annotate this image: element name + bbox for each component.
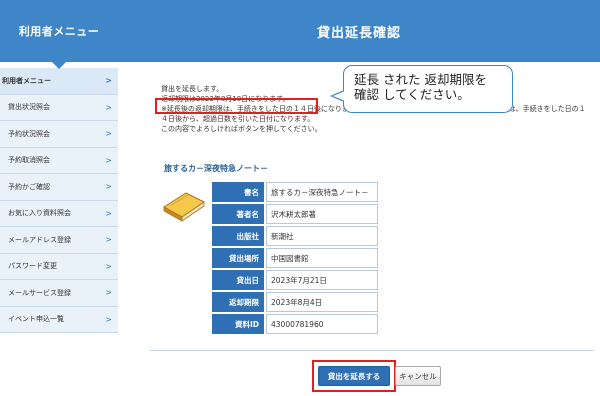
chevron-right-icon: > bbox=[105, 182, 112, 192]
row-value: 43000781960 bbox=[266, 314, 378, 334]
row-label: 貸出日 bbox=[212, 270, 264, 290]
confirm-instruction: この内容でよろしければボタンを押してください。 bbox=[161, 125, 322, 133]
table-row: 資料ID 43000781960 bbox=[212, 314, 378, 334]
book-icon bbox=[163, 192, 205, 222]
row-value: 新潮社 bbox=[266, 226, 378, 246]
book-heading: 旅するカ－深夜特急ノート－ bbox=[164, 164, 268, 173]
sidebar-menu: 利用者メニュー > 貸出状況照会 > 予約状況照会 > 予約取消照会 > 予約か… bbox=[0, 68, 118, 333]
book-detail-table: 書名 旅するカ－深夜特急ノート－ 著者名 沢木耕太郎著 出版社 新潮社 貸出場所… bbox=[210, 180, 380, 336]
row-label: 書名 bbox=[212, 182, 264, 202]
chevron-right-icon: > bbox=[105, 76, 112, 86]
sidebar-item-favorites[interactable]: お気に入り資料照会 > bbox=[0, 200, 118, 227]
sidebar-item-reservation-status[interactable]: 予約状況照会 > bbox=[0, 121, 118, 148]
sidebar-item-event-list[interactable]: イベント申込一覧 > bbox=[0, 306, 118, 333]
sidebar-item-label: 予約かご確認 bbox=[8, 182, 50, 191]
row-label: 貸出場所 bbox=[212, 248, 264, 268]
table-row: 著者名 沢木耕太郎著 bbox=[212, 204, 378, 224]
row-value: 沢木耕太郎著 bbox=[266, 204, 378, 224]
sidebar-item-label: メールサービス登録 bbox=[8, 288, 71, 297]
sidebar-item-label: お気に入り資料照会 bbox=[8, 209, 71, 218]
cancel-button[interactable]: キャンセル bbox=[395, 366, 441, 386]
sidebar-item-user-menu[interactable]: 利用者メニュー > bbox=[0, 68, 118, 95]
table-row: 出版社 新潮社 bbox=[212, 226, 378, 246]
sidebar-item-password-change[interactable]: パスワード変更 > bbox=[0, 253, 118, 280]
sidebar-item-reservation-cancel[interactable]: 予約取消照会 > bbox=[0, 147, 118, 174]
callout-line-1: 延長 された 返却期限を bbox=[354, 72, 487, 87]
divider bbox=[150, 350, 594, 351]
table-row: 貸出日 2023年7月21日 bbox=[212, 270, 378, 290]
sidebar-item-label: 貸出状況照会 bbox=[8, 103, 50, 112]
sidebar-item-loan-status[interactable]: 貸出状況照会 > bbox=[0, 94, 118, 121]
chevron-right-icon: > bbox=[105, 129, 112, 139]
sidebar: 利用者メニュー 利用者メニュー > 貸出状況照会 > 予約状況照会 > 予約取消… bbox=[0, 0, 118, 396]
table-row: 貸出場所 中国図書館 bbox=[212, 248, 378, 268]
row-value: 2023年8月4日 bbox=[266, 292, 378, 312]
sidebar-item-reservation-cart[interactable]: 予約かご確認 > bbox=[0, 174, 118, 201]
sidebar-item-label: 利用者メニュー bbox=[2, 76, 51, 85]
chevron-right-icon: > bbox=[105, 102, 112, 112]
callout-balloon: 延長 された 返却期限を 確認 してください。 bbox=[330, 65, 513, 113]
chevron-right-icon: > bbox=[105, 288, 112, 298]
row-label: 資料ID bbox=[212, 314, 264, 334]
sidebar-item-email-register[interactable]: メールアドレス登録 > bbox=[0, 227, 118, 254]
sidebar-item-label: パスワード変更 bbox=[8, 262, 57, 271]
chevron-right-icon: > bbox=[105, 208, 112, 218]
sidebar-item-mail-service[interactable]: メールサービス登録 > bbox=[0, 280, 118, 307]
sidebar-item-label: 予約取消照会 bbox=[8, 156, 50, 165]
sidebar-item-label: イベント申込一覧 bbox=[8, 315, 64, 324]
due-date-highlight bbox=[155, 98, 318, 114]
callout-line-2: 確認 してください。 bbox=[354, 87, 470, 102]
chevron-right-icon: > bbox=[105, 261, 112, 271]
row-value: 旅するカ－深夜特急ノート－ bbox=[266, 182, 378, 202]
sidebar-item-label: 予約状況照会 bbox=[8, 129, 50, 138]
extend-loan-button[interactable]: 貸出を延長する bbox=[318, 366, 390, 386]
table-row: 書名 旅するカ－深夜特急ノート－ bbox=[212, 182, 378, 202]
row-label: 著者名 bbox=[212, 204, 264, 224]
row-label: 出版社 bbox=[212, 226, 264, 246]
sidebar-item-label: メールアドレス登録 bbox=[8, 235, 71, 244]
sidebar-header: 利用者メニュー bbox=[0, 0, 118, 69]
row-label: 返却期限 bbox=[212, 292, 264, 312]
page-title: 貸出延長確認 bbox=[118, 0, 600, 62]
chevron-right-icon: > bbox=[105, 235, 112, 245]
chevron-right-icon: > bbox=[105, 155, 112, 165]
chevron-right-icon: > bbox=[105, 314, 112, 324]
row-value: 中国図書館 bbox=[266, 248, 378, 268]
table-row: 返却期限 2023年8月4日 bbox=[212, 292, 378, 312]
row-value: 2023年7月21日 bbox=[266, 270, 378, 290]
